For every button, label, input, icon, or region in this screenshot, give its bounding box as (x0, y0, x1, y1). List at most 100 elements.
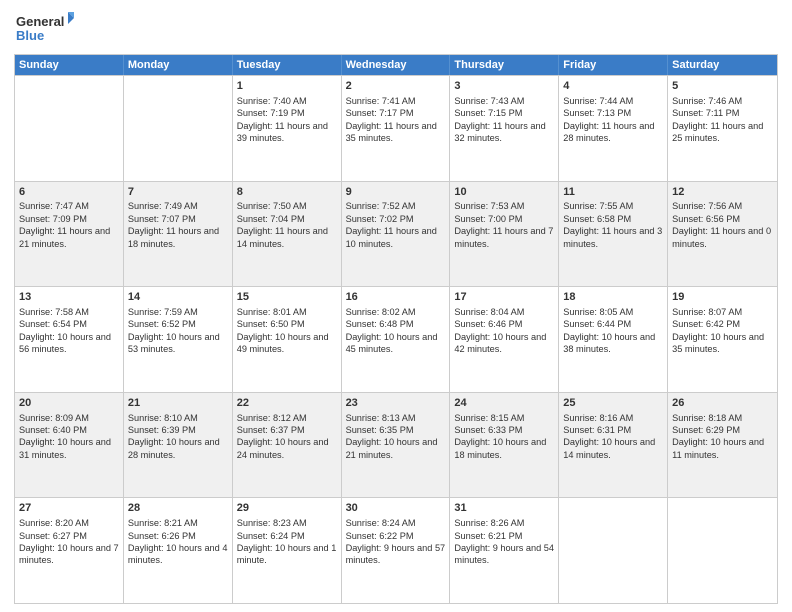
day-info-line: Sunrise: 8:04 AM (454, 307, 524, 317)
day-info-line: Sunrise: 8:01 AM (237, 307, 307, 317)
calendar-day-cell: 11Sunrise: 7:55 AMSunset: 6:58 PMDayligh… (559, 182, 668, 287)
day-info-line: Sunset: 6:40 PM (19, 425, 87, 435)
day-info-line: Sunrise: 8:05 AM (563, 307, 633, 317)
day-number: 26 (672, 396, 773, 411)
day-info-line: Daylight: 11 hours and 0 minutes. (672, 226, 771, 248)
day-of-week-header: Saturday (668, 55, 777, 75)
day-of-week-header: Wednesday (342, 55, 451, 75)
calendar-row: 1 Sunrise: 7:40 AM Sunset: 7:19 PM Daylight… (15, 75, 777, 181)
calendar-day-cell: 29Sunrise: 8:23 AMSunset: 6:24 PMDayligh… (233, 498, 342, 603)
day-info-line: Daylight: 10 hours and 35 minutes. (672, 332, 764, 354)
calendar-day-cell: 21Sunrise: 8:10 AMSunset: 6:39 PMDayligh… (124, 393, 233, 498)
day-info-line: Daylight: 10 hours and 53 minutes. (128, 332, 220, 354)
day-info-line: Daylight: 10 hours and 28 minutes. (128, 437, 220, 459)
day-number: 4 (563, 79, 663, 94)
day-number: 27 (19, 501, 119, 516)
day-info-line: Daylight: 11 hours and 7 minutes. (454, 226, 553, 248)
calendar-day-cell: 2Sunrise: 7:41 AMSunset: 7:17 PMDaylight… (342, 76, 451, 181)
calendar-row: 20Sunrise: 8:09 AMSunset: 6:40 PMDayligh… (15, 392, 777, 498)
calendar-day-cell: 25Sunrise: 8:16 AMSunset: 6:31 PMDayligh… (559, 393, 668, 498)
day-number: 28 (128, 501, 228, 516)
calendar-day-cell: 10Sunrise: 7:53 AMSunset: 7:00 PMDayligh… (450, 182, 559, 287)
logo-svg: General Blue (14, 10, 74, 48)
day-info-line: Daylight: 10 hours and 18 minutes. (454, 437, 546, 459)
day-info-line: Sunset: 6:27 PM (19, 531, 87, 541)
day-info-line: Sunset: 6:46 PM (454, 319, 522, 329)
day-info-line: Sunrise: 7:44 AM (563, 96, 633, 106)
day-number: 29 (237, 501, 337, 516)
day-number: 17 (454, 290, 554, 305)
day-info-line: Sunrise: 7:53 AM (454, 201, 524, 211)
day-info-line: Daylight: 10 hours and 24 minutes. (237, 437, 329, 459)
day-info-line: Daylight: 10 hours and 45 minutes. (346, 332, 438, 354)
calendar-day-cell: 23 Sunrise: 8:13 AM Sunset: 6:35 PM Dayligh… (342, 393, 451, 498)
calendar-day-cell: 3 Sunrise: 7:43 AM Sunset: 7:15 PM Daylight… (450, 76, 559, 181)
day-info-line: Sunrise: 7:49 AM (128, 201, 198, 211)
day-info-line: Sunrise: 8:12 AM (237, 413, 307, 423)
day-info-line: Sunset: 6:24 PM (237, 531, 305, 541)
day-info-line: Daylight: 10 hours and 49 minutes. (237, 332, 329, 354)
day-info-line: Sunset: 6:22 PM (346, 531, 414, 541)
calendar-header: SundayMondayTuesdayWednesdayThursdayFrid… (15, 55, 777, 75)
logo: General Blue (14, 10, 74, 48)
day-info-line: Daylight: 10 hours and 42 minutes. (454, 332, 546, 354)
day-number: 30 (346, 501, 446, 516)
day-info-line: Sunset: 6:56 PM (672, 214, 740, 224)
day-number: 1 (237, 79, 337, 94)
day-number: 22 (237, 396, 337, 411)
day-info-line: Sunset: 7:19 PM (237, 108, 305, 118)
day-info-line: Sunrise: 8:26 AM (454, 518, 524, 528)
day-number: 2 (346, 79, 446, 94)
day-number: 12 (672, 185, 773, 200)
day-info-line: Sunset: 6:48 PM (346, 319, 414, 329)
day-info-line: Sunset: 7:13 PM (563, 108, 631, 118)
day-info-line: Sunrise: 7:41 AM (346, 96, 416, 106)
day-of-week-header: Friday (559, 55, 668, 75)
day-info-line: Sunset: 6:54 PM (19, 319, 87, 329)
calendar-row: 13Sunrise: 7:58 AMSunset: 6:54 PMDayligh… (15, 286, 777, 392)
day-info-line: Daylight: 10 hours and 56 minutes. (19, 332, 111, 354)
day-info-line: Sunrise: 8:15 AM (454, 413, 524, 423)
calendar-day-cell: 20Sunrise: 8:09 AMSunset: 6:40 PMDayligh… (15, 393, 124, 498)
day-info-line: Sunrise: 8:24 AM (346, 518, 416, 528)
header: General Blue (14, 10, 778, 48)
calendar-row: 27Sunrise: 8:20 AMSunset: 6:27 PMDayligh… (15, 497, 777, 603)
day-info-line: Daylight: 10 hours and 4 minutes. (128, 543, 228, 565)
calendar-day-cell: 5Sunrise: 7:46 AMSunset: 7:11 PMDaylight… (668, 76, 777, 181)
day-info-line: Sunrise: 7:43 AM (454, 96, 524, 106)
day-number: 9 (346, 185, 446, 200)
day-info-line: Sunrise: 8:10 AM (128, 413, 198, 423)
day-number: 5 (672, 79, 773, 94)
day-info-line: Sunrise: 8:09 AM (19, 413, 89, 423)
svg-text:Blue: Blue (16, 28, 44, 43)
day-info-line: Daylight: 11 hours and 32 minutes. (454, 121, 545, 143)
day-number: 24 (454, 396, 554, 411)
calendar-day-cell: 6Sunrise: 7:47 AMSunset: 7:09 PMDaylight… (15, 182, 124, 287)
day-info-line: Sunrise: 7:47 AM (19, 201, 89, 211)
day-number: 18 (563, 290, 663, 305)
day-info-line: Sunrise: 7:46 AM (672, 96, 742, 106)
day-info-line: Sunset: 7:02 PM (346, 214, 414, 224)
day-info-line: Daylight: 11 hours and 18 minutes. (128, 226, 219, 248)
day-info-line: Sunrise: 8:21 AM (128, 518, 198, 528)
day-info-line: Daylight: 10 hours and 21 minutes. (346, 437, 438, 459)
day-info-line: Sunset: 6:52 PM (128, 319, 196, 329)
day-info-line: Sunrise: 7:55 AM (563, 201, 633, 211)
day-info-line: Sunset: 7:15 PM (454, 108, 522, 118)
day-info-line: Sunset: 6:35 PM (346, 425, 414, 435)
day-number: 23 (346, 396, 446, 411)
calendar-day-cell: 18Sunrise: 8:05 AMSunset: 6:44 PMDayligh… (559, 287, 668, 392)
day-number: 14 (128, 290, 228, 305)
day-info-line: Sunrise: 8:13 AM (346, 413, 416, 423)
calendar-day-cell: 31Sunrise: 8:26 AMSunset: 6:21 PMDayligh… (450, 498, 559, 603)
day-info-line: Sunrise: 7:52 AM (346, 201, 416, 211)
day-info-line: Sunrise: 7:40 AM (237, 96, 307, 106)
calendar-day-cell: 30Sunrise: 8:24 AMSunset: 6:22 PMDayligh… (342, 498, 451, 603)
calendar-day-cell: 13Sunrise: 7:58 AMSunset: 6:54 PMDayligh… (15, 287, 124, 392)
day-number: 3 (454, 79, 554, 94)
day-number: 8 (237, 185, 337, 200)
day-info-line: Sunset: 7:07 PM (128, 214, 196, 224)
day-info-line: Sunset: 6:44 PM (563, 319, 631, 329)
day-info-line: Sunrise: 7:56 AM (672, 201, 742, 211)
empty-cell (668, 498, 777, 603)
